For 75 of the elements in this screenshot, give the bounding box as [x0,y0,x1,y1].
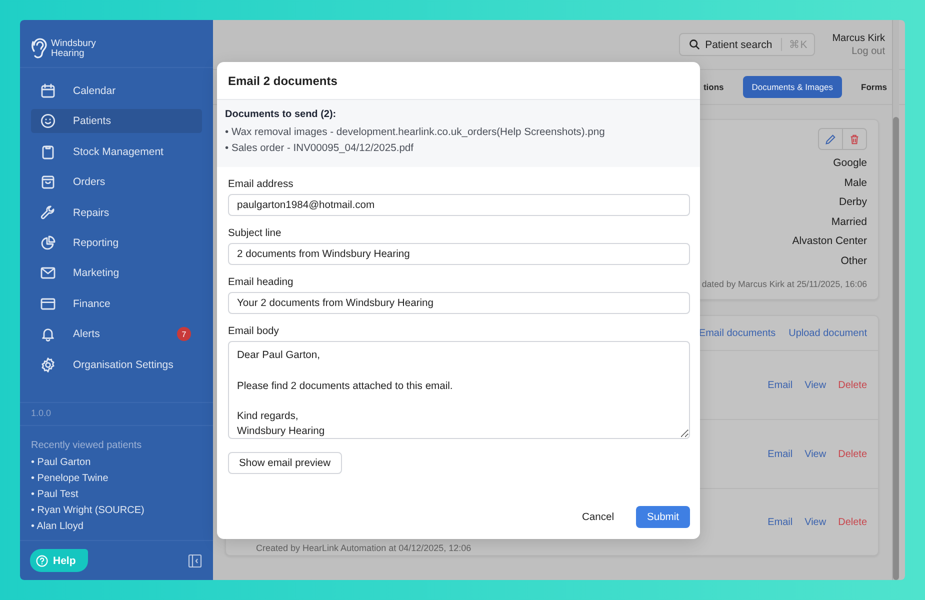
action-link[interactable]: View [804,516,826,528]
calendar-icon [40,83,56,99]
wrench-icon [40,204,56,221]
submit-button[interactable]: Submit [636,506,690,528]
logout-link[interactable]: Log out [852,46,885,56]
nav-item[interactable]: Orders [31,170,202,194]
text-field[interactable]: 2 documents from Windsbury Hearing [228,243,690,265]
field-label: Subject line [228,228,282,239]
nav-item[interactable]: Calendar [31,79,202,103]
header-link[interactable]: Upload document [788,328,867,338]
preview-button[interactable]: Show email preview [228,452,342,474]
recent-patient-link[interactable]: • Alan Lloyd [31,520,202,534]
ear-logo-icon [31,36,48,60]
action-link[interactable]: View [804,380,826,390]
smiley-icon [40,113,56,130]
pie-chart-icon [40,234,56,251]
created-note: Created by HearLink Automation at 04/12/2025, 12:06 [256,543,472,553]
document-item: • Wax removal images - development.hearlink.co.uk_orders(Help Screenshots).png [225,127,606,138]
settings-icon [40,356,56,373]
field-label: Email address [228,179,294,190]
patient-search-button[interactable]: Patient search ⌘K [679,33,816,56]
cancel-button[interactable]: Cancel [574,506,622,528]
tab[interactable]: Forms [861,76,887,98]
field-label: Email body [228,326,280,337]
nav-item[interactable]: Reporting [31,230,202,255]
tab[interactable]: tions [703,76,724,98]
detail-value: Other [840,254,867,268]
detail-value: Male [844,176,867,190]
field-label: Email heading [228,277,294,288]
action-link[interactable]: Email [768,516,793,528]
document-item: • Sales order - INV00095_04/12/2025.pdf [225,143,415,154]
trash-icon [849,134,860,144]
clipboard-icon [40,144,56,160]
delete-link[interactable]: Delete [838,448,867,460]
detail-value: Alvaston Center [792,235,867,249]
nav-item[interactable]: Marketing [31,261,202,286]
nav-item[interactable]: Alerts 7 [31,322,202,346]
nav-item[interactable]: Finance [31,292,202,316]
body-field[interactable]: Dear Paul Garton, Please find 2 documents attached to this email. Kind regards, Windsbury Hearing [228,341,690,439]
bag-icon [40,174,56,190]
action-link[interactable]: Email [768,380,793,390]
nav-item[interactable]: Stock Management [31,140,202,164]
collapse-sidebar-icon[interactable] [188,554,202,568]
delete-link[interactable]: Delete [838,516,867,528]
recent-patient-link[interactable]: • Paul Garton [31,456,202,470]
detail-value: Google [833,157,867,171]
mail-icon [40,265,56,282]
shortcut-hint: ⌘K [781,38,808,51]
bell-icon [40,326,56,342]
recent-patient-link[interactable]: • Paul Test [31,488,202,502]
recent-patient-link[interactable]: • Penelope Twine [31,472,202,486]
action-link[interactable]: Email [768,448,793,460]
brand-name: Windsbury Hearing [51,38,97,58]
recent-patient-link[interactable]: • Ryan Wright (SOURCE) [31,504,202,518]
documents-heading: Documents to send (2): [225,109,338,120]
detail-value: Married [831,216,867,230]
credit-card-icon [40,296,56,312]
nav-item[interactable]: Organisation Settings [31,352,202,377]
detail-value: Derby [838,196,867,210]
nav-item[interactable]: Patients [31,109,202,134]
action-link[interactable]: View [804,448,826,460]
delete-link[interactable]: Delete [838,380,867,390]
updated-note: dated by Marcus Kirk at 25/11/2025, 16:06 [702,279,867,289]
section-heading: Recently viewed patients [30,438,143,451]
search-icon [689,39,700,50]
user-name: Marcus Kirk [832,32,885,44]
pencil-icon [825,134,836,144]
tab[interactable]: Documents & Images [742,76,842,98]
scrollbar[interactable] [892,20,899,580]
text-field[interactable]: paulgarton1984@hotmail.com [228,194,690,216]
help-icon [36,554,48,566]
text-field[interactable]: Your 2 documents from Windsbury Hearing [228,292,690,314]
nav-item[interactable]: Repairs [31,200,202,225]
version-label: 1.0.0 [20,402,213,426]
count-badge: 7 [177,327,191,342]
